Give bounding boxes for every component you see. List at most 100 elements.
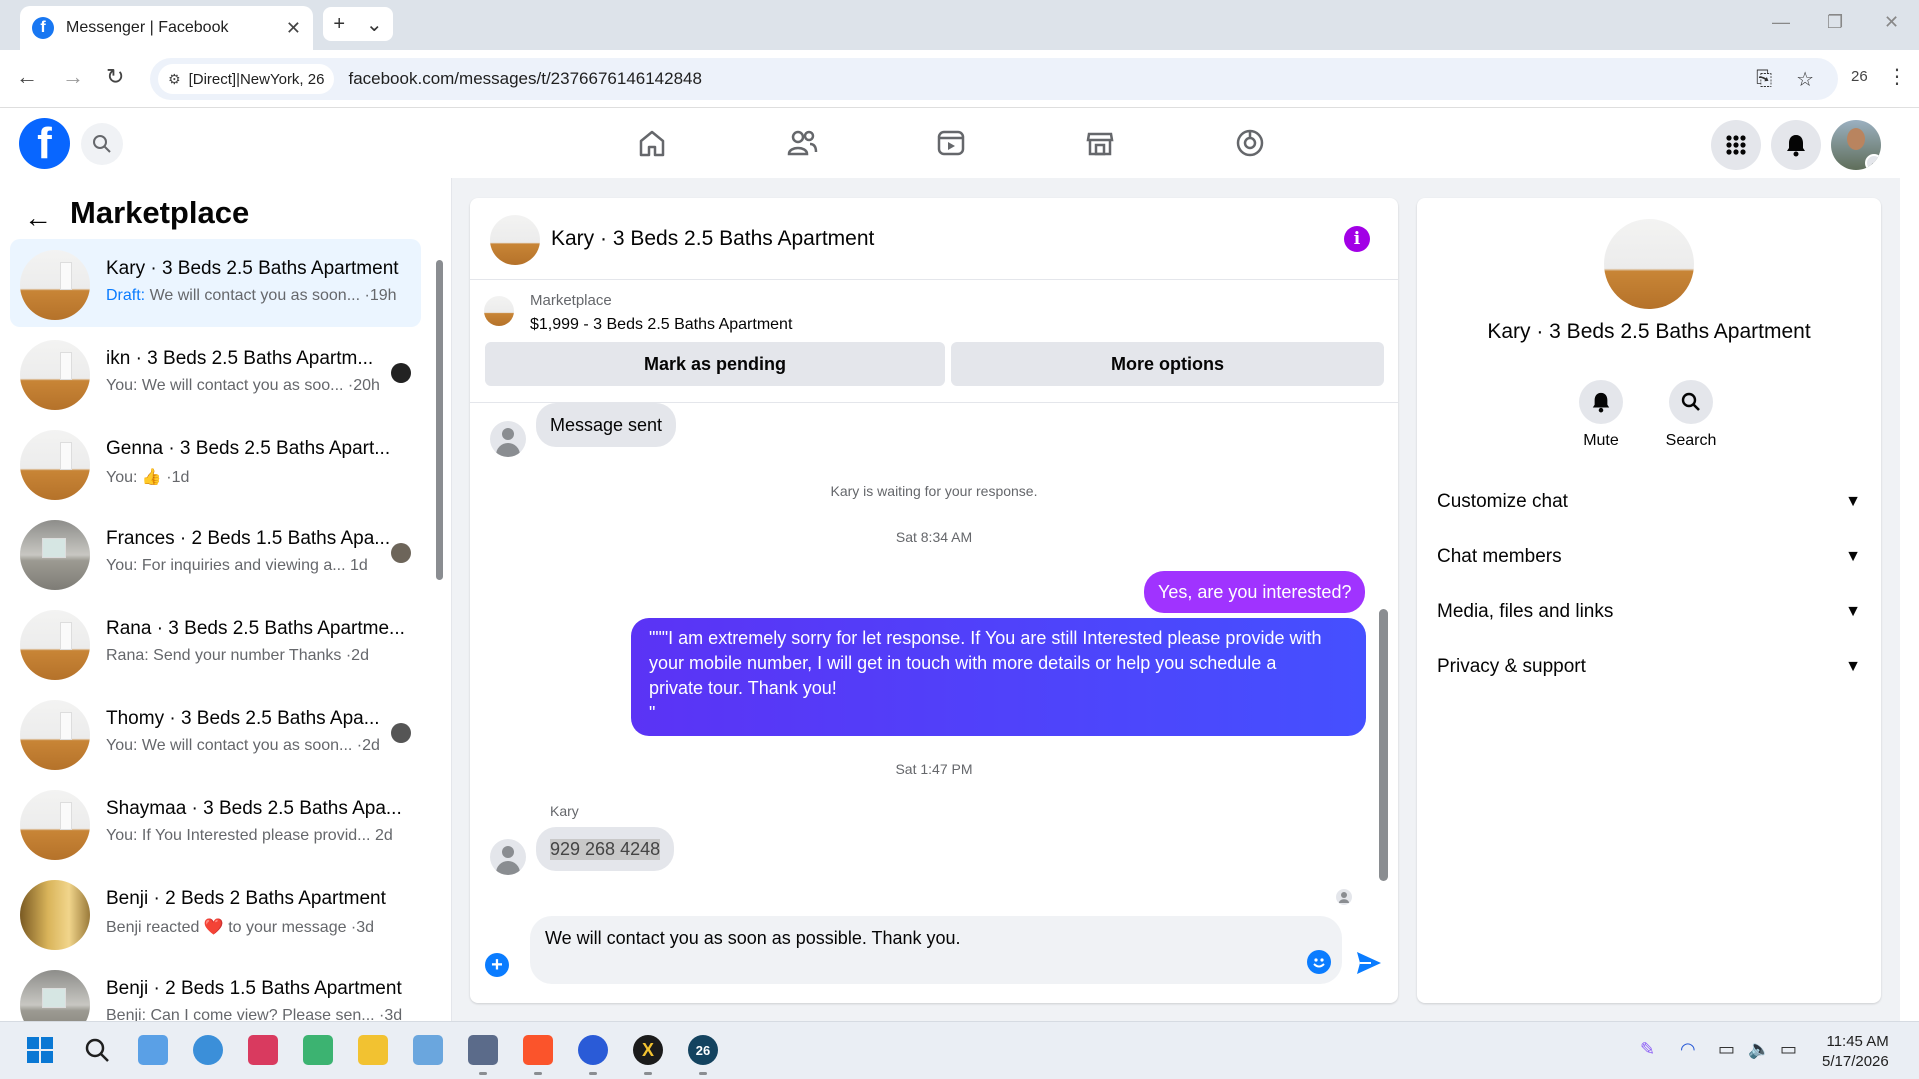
info-avatar[interactable] xyxy=(1604,219,1694,309)
conversation-item-benji-1[interactable]: Benji · 2 Beds 2 Baths Apartment Benji r… xyxy=(10,869,421,957)
facebook-header: f ⌄ xyxy=(0,108,1900,178)
site-chip-label: [Direct]|NewYork, 26 xyxy=(188,70,325,88)
running-indicator xyxy=(534,1072,542,1075)
listing-thumbnail xyxy=(20,610,90,680)
pen-tray-icon[interactable]: ✎ xyxy=(1640,1039,1655,1060)
mark-as-pending-button[interactable]: Mark as pending xyxy=(485,342,945,386)
conversation-item-rana[interactable]: Rana · 3 Beds 2.5 Baths Apartme... Rana:… xyxy=(10,599,421,687)
windows-start-icon[interactable] xyxy=(25,1035,55,1065)
network-app-icon[interactable] xyxy=(468,1035,498,1065)
conversation-item-shaymaa[interactable]: Shaymaa · 3 Beds 2.5 Baths Apa... You: I… xyxy=(10,779,421,867)
message-composer[interactable]: We will contact you as soon as possible.… xyxy=(530,916,1342,984)
widgets-icon[interactable] xyxy=(303,1035,333,1065)
chevron-down-icon: ▼ xyxy=(1845,603,1861,620)
phone-number-text[interactable]: 929 268 4248 xyxy=(550,838,661,860)
listing-price-title[interactable]: $1,999 - 3 Beds 2.5 Baths Apartment xyxy=(530,316,792,334)
ixbrowser-icon[interactable]: X xyxy=(633,1035,663,1065)
install-app-icon[interactable]: ⎘ xyxy=(1756,68,1772,91)
media-files-links-row[interactable]: Media, files and links ▼ xyxy=(1437,590,1861,634)
network-tray-icon[interactable]: ▭ xyxy=(1718,1039,1735,1060)
mute-button[interactable]: Mute xyxy=(1561,380,1641,450)
message-bubble-incoming[interactable]: Message sent xyxy=(536,403,677,447)
profile-26-app-icon[interactable]: 26 xyxy=(688,1035,718,1065)
more-options-button[interactable]: More options xyxy=(951,342,1384,386)
listing-thumbnail[interactable] xyxy=(484,296,514,326)
brave-browser-icon[interactable] xyxy=(523,1035,553,1065)
emoji-icon[interactable] xyxy=(1307,950,1331,974)
reload-icon[interactable]: ↻ xyxy=(106,64,124,90)
message-bubble-outgoing[interactable]: Yes, are you interested? xyxy=(1144,571,1366,613)
forward-icon[interactable]: → xyxy=(62,64,84,90)
restore-icon[interactable]: ❐ xyxy=(1827,12,1843,33)
volume-tray-icon[interactable]: 🔈 xyxy=(1748,1039,1770,1060)
conversation-item-thomy[interactable]: Thomy · 3 Beds 2.5 Baths Apa... You: We … xyxy=(10,689,421,777)
browser-menu-icon[interactable]: ⋮ xyxy=(1887,64,1907,89)
app-icon[interactable] xyxy=(413,1035,443,1065)
battery-tray-icon[interactable]: ▭ xyxy=(1780,1039,1797,1060)
close-window-icon[interactable]: ✕ xyxy=(1884,12,1899,33)
gaming-icon[interactable] xyxy=(1232,125,1268,161)
privacy-support-row[interactable]: Privacy & support ▼ xyxy=(1437,645,1861,689)
task-view-icon[interactable] xyxy=(138,1035,168,1065)
message-bubble-incoming[interactable]: 929 268 4248 xyxy=(536,827,675,871)
url-text[interactable]: facebook.com/messages/t/2376676146142848 xyxy=(348,69,1756,89)
new-tab-group: + ⌄ xyxy=(323,7,393,41)
search-in-conversation-button[interactable]: Search xyxy=(1651,380,1731,450)
conversation-item-kary[interactable]: Kary · 3 Beds 2.5 Baths Apartment Draft:… xyxy=(10,239,421,327)
snipping-tool-icon[interactable] xyxy=(248,1035,278,1065)
page-scrollbar[interactable] xyxy=(1900,108,1919,1021)
seen-avatar xyxy=(391,543,411,563)
send-icon[interactable] xyxy=(1355,950,1383,976)
bookmark-star-icon[interactable]: ☆ xyxy=(1796,67,1814,92)
file-explorer-icon[interactable] xyxy=(358,1035,388,1065)
message-thread: Message sent Kary is waiting for your re… xyxy=(470,402,1398,912)
system-clock[interactable]: 11:45 AM 5/17/2026 xyxy=(1822,1032,1889,1072)
menu-grid-icon[interactable] xyxy=(1711,120,1761,170)
site-info-chip[interactable]: ⚙ [Direct]|NewYork, 26 xyxy=(158,64,335,94)
new-tab-button[interactable]: + xyxy=(333,13,345,36)
message-bubble-outgoing-long[interactable]: """I am extremely sorry for let response… xyxy=(631,618,1366,736)
chat-title[interactable]: Kary · 3 Beds 2.5 Baths Apartment xyxy=(551,227,874,251)
profile-badge[interactable]: 26 xyxy=(1851,68,1868,85)
back-icon[interactable]: ← xyxy=(16,64,38,90)
marketplace-icon[interactable] xyxy=(1082,125,1118,161)
conversation-list-scrollbar[interactable] xyxy=(434,246,444,1016)
vpn-tray-icon[interactable]: ◠ xyxy=(1680,1039,1696,1060)
video-icon[interactable] xyxy=(933,125,969,161)
row-label: Privacy & support xyxy=(1437,656,1586,677)
vpn-app-icon[interactable] xyxy=(578,1035,608,1065)
tab-search-button[interactable]: ⌄ xyxy=(366,12,383,37)
facebook-logo-icon[interactable]: f xyxy=(19,118,70,169)
address-bar[interactable]: ⚙ [Direct]|NewYork, 26 facebook.com/mess… xyxy=(150,58,1838,100)
chat-members-row[interactable]: Chat members ▼ xyxy=(1437,535,1861,579)
conversation-item-frances[interactable]: Frances · 2 Beds 1.5 Baths Apa... You: F… xyxy=(10,509,421,597)
scrollbar-thumb[interactable] xyxy=(436,260,443,580)
back-arrow-icon[interactable]: ← xyxy=(24,202,52,234)
seen-avatar xyxy=(391,363,411,383)
tab-close-icon[interactable]: ✕ xyxy=(286,18,301,39)
add-attachment-icon[interactable]: + xyxy=(485,953,509,977)
scrollbar-thumb[interactable] xyxy=(1379,609,1388,881)
conversation-item-benji-2[interactable]: Benji · 2 Beds 1.5 Baths Apartment Benji… xyxy=(10,959,421,1021)
search-icon[interactable] xyxy=(82,1035,112,1065)
conversation-preview: Benji: Can I come view? Please sen... ·3… xyxy=(106,1007,403,1021)
info-name: Kary · 3 Beds 2.5 Baths Apartment xyxy=(1487,320,1811,343)
conversation-item-genna[interactable]: Genna · 3 Beds 2.5 Baths Apart... You: 👍… xyxy=(10,419,421,507)
composer-text[interactable]: We will contact you as soon as possible.… xyxy=(545,928,961,949)
conversation-item-ikn[interactable]: ikn · 3 Beds 2.5 Baths Apartm... You: We… xyxy=(10,329,421,417)
marketplace-title: Marketplace xyxy=(70,195,250,230)
notifications-bell-icon[interactable] xyxy=(1771,120,1821,170)
browser-tab[interactable]: f Messenger | Facebook ✕ xyxy=(20,6,313,50)
account-avatar[interactable]: ⌄ xyxy=(1831,120,1881,170)
clock-time: 11:45 AM xyxy=(1826,1033,1889,1050)
listing-thumbnail xyxy=(20,340,90,410)
search-icon[interactable] xyxy=(81,123,123,165)
home-icon[interactable] xyxy=(634,125,670,161)
minimize-icon[interactable]: — xyxy=(1772,12,1790,33)
browser-app-icon[interactable] xyxy=(193,1035,223,1065)
chat-avatar[interactable] xyxy=(490,215,540,265)
message-scrollbar[interactable] xyxy=(1376,403,1390,908)
friends-icon[interactable] xyxy=(784,125,820,161)
info-icon[interactable]: i xyxy=(1344,226,1370,252)
customize-chat-row[interactable]: Customize chat ▼ xyxy=(1437,480,1861,524)
